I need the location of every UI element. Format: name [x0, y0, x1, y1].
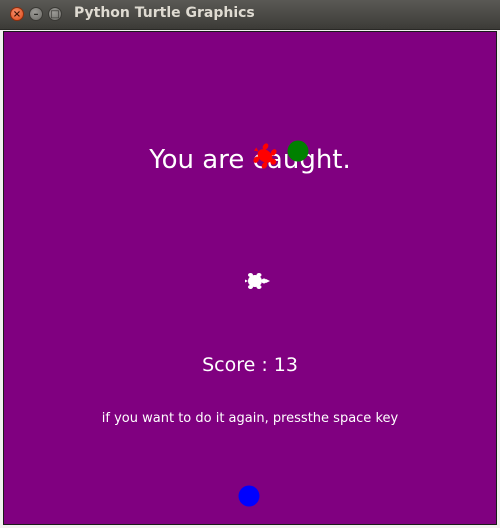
close-icon[interactable]: ×	[10, 7, 24, 21]
blue-dot	[238, 485, 260, 507]
minimize-icon[interactable]: –	[29, 7, 43, 21]
window-title: Python Turtle Graphics	[74, 5, 255, 21]
player-turtle	[245, 273, 270, 289]
score-text: Score : 13	[202, 354, 298, 376]
green-dot	[287, 140, 309, 162]
enemy-turtle	[253, 143, 277, 169]
maximize-icon[interactable]: □	[48, 7, 62, 21]
title-bar[interactable]: × – □ Python Turtle Graphics	[0, 0, 500, 30]
restart-hint: if you want to do it again, pressthe spa…	[101, 411, 399, 426]
turtle-canvas[interactable]: You are caught. Score: 13 if you want t…	[3, 31, 497, 525]
turtle-window: × – □ Python Turtle Graphics You are cau…	[0, 0, 500, 528]
